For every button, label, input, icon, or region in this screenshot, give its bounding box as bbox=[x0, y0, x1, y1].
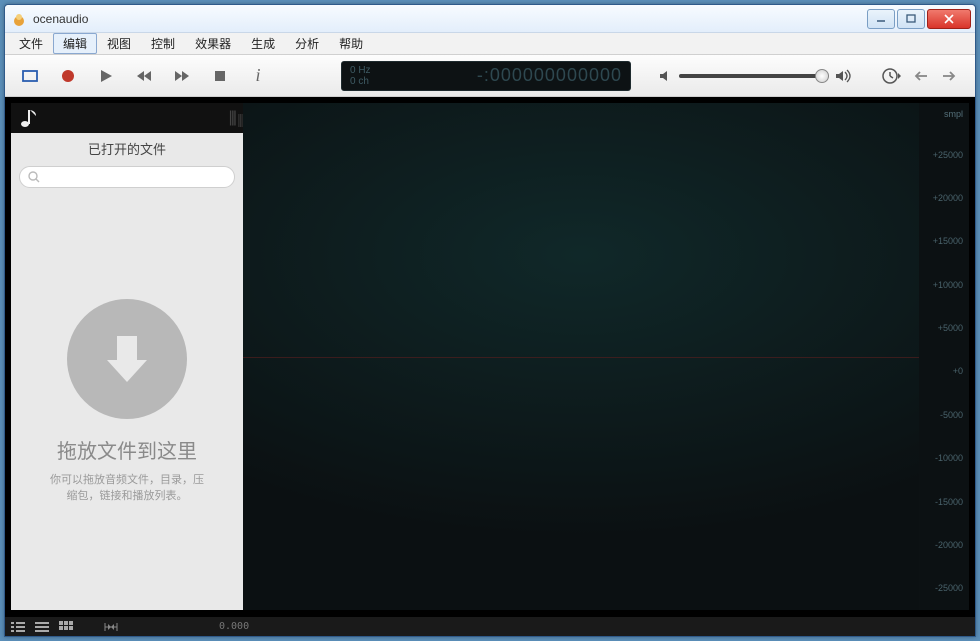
view-list-icon[interactable] bbox=[11, 621, 25, 633]
menubar: 文件 编辑 视图 控制 效果器 生成 分析 帮助 bbox=[5, 33, 975, 55]
lcd-ch: 0 ch bbox=[350, 76, 371, 87]
sidebar-panel: 已打开的文件 拖放文件到这里 你可以拖放音频文件，目录，压 缩包，链接和播放列表… bbox=[11, 133, 243, 610]
search-input[interactable] bbox=[19, 166, 235, 188]
waveform-area: ||| smpl +25000 +20000 +15000 +10000 +50… bbox=[243, 103, 969, 610]
main-area: ||| 已打开的文件 拖放文件到这里 你可以拖放音频文件，目录，压 bbox=[5, 97, 975, 616]
close-button[interactable] bbox=[927, 9, 971, 29]
menu-help[interactable]: 帮助 bbox=[329, 33, 373, 54]
sidebar-header: ||| bbox=[11, 103, 243, 133]
titlebar[interactable]: ocenaudio bbox=[5, 5, 975, 33]
menu-effects[interactable]: 效果器 bbox=[185, 33, 241, 54]
forward-button[interactable] bbox=[167, 61, 197, 91]
drop-arrow-icon bbox=[67, 299, 187, 419]
sidebar-grip-icon[interactable]: ||| bbox=[229, 109, 235, 127]
drop-subtitle: 你可以拖放音频文件，目录，压 缩包，链接和播放列表。 bbox=[50, 472, 204, 504]
ruler-tick: +20000 bbox=[919, 176, 969, 219]
volume-low-icon bbox=[659, 69, 673, 83]
status-time: 0.000 bbox=[219, 621, 249, 632]
lcd-display: 0 Hz 0 ch -:000000000000 bbox=[341, 61, 631, 91]
maximize-button[interactable] bbox=[897, 9, 925, 29]
play-button[interactable] bbox=[91, 61, 121, 91]
history-button[interactable] bbox=[881, 67, 901, 85]
lcd-hz: 0 Hz bbox=[350, 65, 371, 76]
ruler-tick: +25000 bbox=[919, 133, 969, 176]
waveform-grip-icon[interactable]: ||| bbox=[237, 111, 242, 127]
menu-generate[interactable]: 生成 bbox=[241, 33, 285, 54]
drop-title: 拖放文件到这里 bbox=[57, 435, 197, 464]
note-icon bbox=[19, 107, 39, 129]
toolbar: i 0 Hz 0 ch -:000000000000 bbox=[5, 55, 975, 97]
volume-high-icon bbox=[835, 69, 853, 83]
nav-forward-button[interactable] bbox=[941, 70, 957, 82]
amplitude-ruler: smpl +25000 +20000 +15000 +10000 +5000 +… bbox=[919, 103, 969, 610]
ruler-tick: +0 bbox=[919, 350, 969, 393]
menu-edit[interactable]: 编辑 bbox=[53, 33, 97, 54]
volume-slider[interactable] bbox=[679, 74, 829, 78]
menu-control[interactable]: 控制 bbox=[141, 33, 185, 54]
menu-file[interactable]: 文件 bbox=[9, 33, 53, 54]
ruler-tick: +5000 bbox=[919, 306, 969, 349]
ruler-tick: -10000 bbox=[919, 437, 969, 480]
zoom-slider-icon[interactable] bbox=[103, 621, 119, 633]
stop-button[interactable] bbox=[205, 61, 235, 91]
volume-control bbox=[659, 69, 853, 83]
nav-back-button[interactable] bbox=[913, 70, 929, 82]
sidebar-title: 已打开的文件 bbox=[11, 133, 243, 162]
app-icon bbox=[11, 11, 27, 27]
info-button[interactable]: i bbox=[243, 61, 273, 91]
sidebar: ||| 已打开的文件 拖放文件到这里 你可以拖放音频文件，目录，压 bbox=[11, 103, 243, 610]
ruler-tick: +15000 bbox=[919, 220, 969, 263]
record-button[interactable] bbox=[53, 61, 83, 91]
drop-zone[interactable]: 拖放文件到这里 你可以拖放音频文件，目录，压 缩包，链接和播放列表。 bbox=[11, 192, 243, 610]
window-title: ocenaudio bbox=[33, 12, 867, 26]
view-lines-icon[interactable] bbox=[35, 621, 49, 633]
ruler-tick: -15000 bbox=[919, 480, 969, 523]
status-bar: 0.000 bbox=[5, 616, 975, 636]
lcd-time: -:000000000000 bbox=[379, 65, 622, 86]
zero-line bbox=[243, 357, 919, 358]
minimize-button[interactable] bbox=[867, 9, 895, 29]
volume-knob[interactable] bbox=[815, 69, 829, 83]
ruler-unit: smpl bbox=[919, 109, 969, 133]
menu-analyze[interactable]: 分析 bbox=[285, 33, 329, 54]
marker-button[interactable] bbox=[15, 61, 45, 91]
search-icon bbox=[28, 171, 40, 183]
view-grid-icon[interactable] bbox=[59, 621, 73, 633]
ruler-tick: -20000 bbox=[919, 523, 969, 566]
app-window: ocenaudio 文件 编辑 视图 控制 效果器 生成 分析 帮助 bbox=[4, 4, 976, 637]
ruler-tick: +10000 bbox=[919, 263, 969, 306]
window-controls bbox=[867, 9, 971, 29]
ruler-tick: -25000 bbox=[919, 567, 969, 610]
waveform-canvas[interactable] bbox=[243, 103, 919, 610]
ruler-tick: -5000 bbox=[919, 393, 969, 436]
rewind-button[interactable] bbox=[129, 61, 159, 91]
menu-view[interactable]: 视图 bbox=[97, 33, 141, 54]
